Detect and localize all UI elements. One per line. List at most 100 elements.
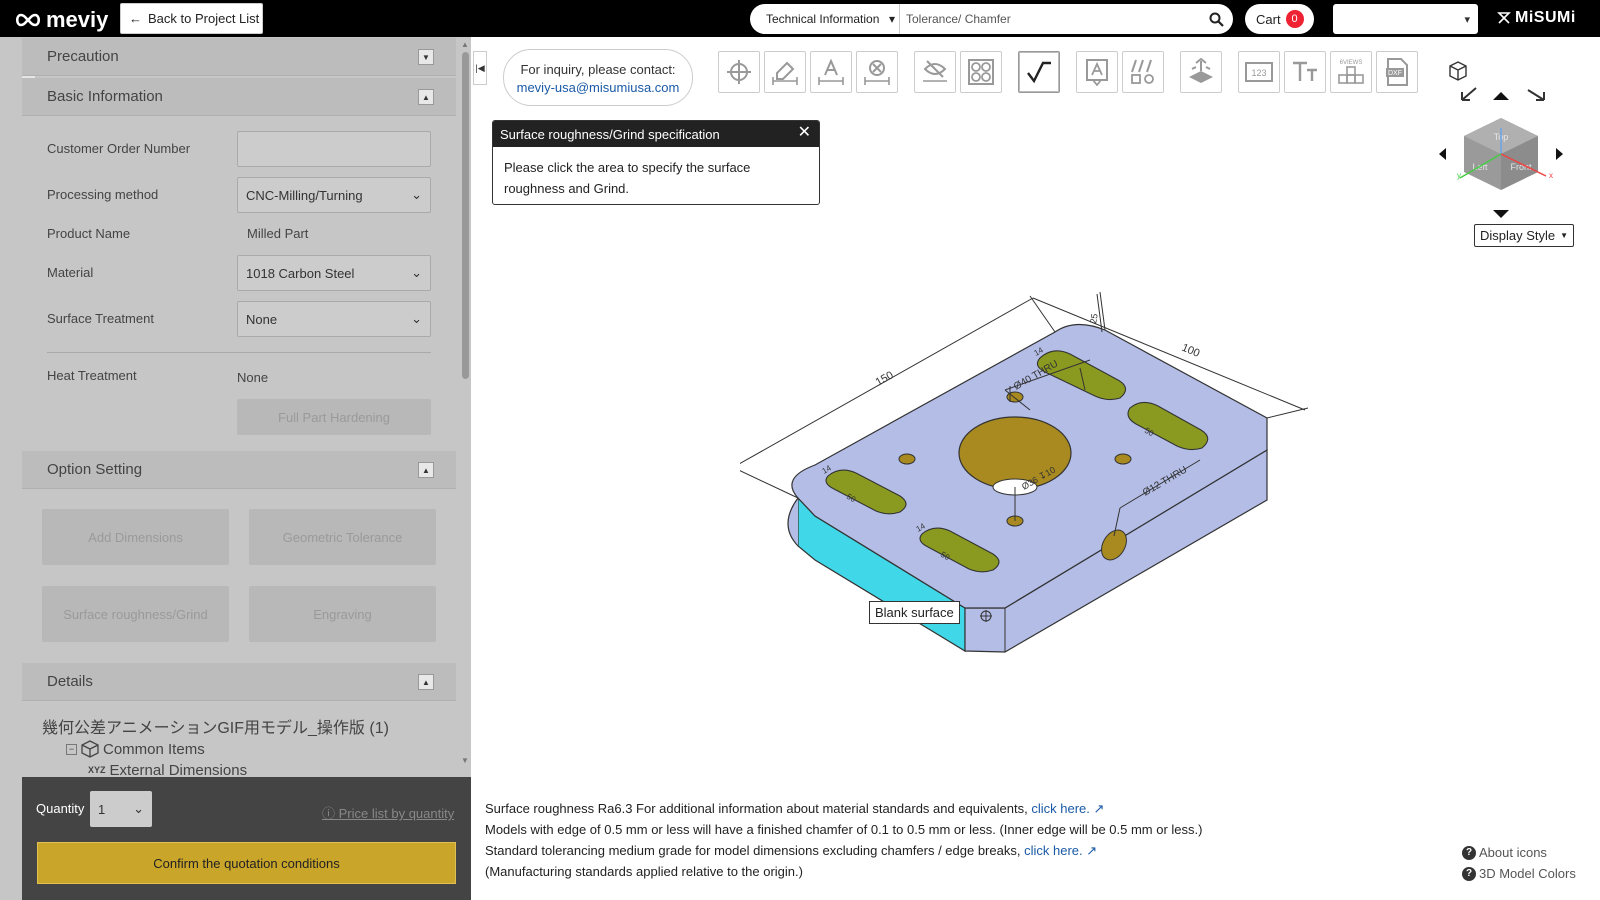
surface-roughness-grind-button[interactable]: Surface roughness/Grind (42, 586, 229, 642)
section-title: Details (47, 673, 93, 690)
text-note-icon (1086, 59, 1108, 86)
collapse-toggle-icon[interactable]: ▲ (418, 462, 434, 478)
tree-collapse-icon[interactable]: − (66, 743, 77, 755)
font-icon (1293, 61, 1317, 81)
search-input[interactable]: Tolerance/ Chamfer (900, 12, 1199, 26)
small-hole[interactable] (898, 453, 916, 465)
material-standards-link[interactable]: click here. ↗ (1031, 801, 1104, 816)
quantity-bar: Quantity 1 ⌄ ⓘ Price list by quantity Con… (22, 777, 471, 900)
rotate-left-arrow-icon[interactable] (1439, 148, 1446, 160)
surface-roughness-tool-button[interactable] (1018, 51, 1060, 93)
geometric-tolerance-button[interactable]: Geometric Tolerance (249, 509, 436, 565)
center-counterbore-hole[interactable] (958, 416, 1072, 490)
chevron-down-icon: ⌄ (411, 265, 422, 280)
add-dimensions-button[interactable]: Add Dimensions (42, 509, 229, 565)
material-value: 1018 Carbon Steel (246, 265, 355, 281)
section-option-setting[interactable]: Option Setting ▲ (22, 451, 456, 489)
scroll-down-icon[interactable]: ▼ (461, 756, 469, 765)
note-chamfer: Models with edge of 0.5 mm or less will … (485, 822, 1203, 837)
section-title: Option Setting (47, 461, 143, 478)
home-view-icon[interactable] (1449, 61, 1467, 81)
processing-method-select[interactable]: CNC-Milling/Turning ⌄ (237, 177, 431, 213)
about-icons-link[interactable]: ? About icons (1462, 845, 1547, 860)
heat-treatment-value: None (237, 370, 269, 385)
text-dimension-button[interactable] (810, 51, 852, 93)
confirm-quotation-button[interactable]: Confirm the quotation conditions (37, 842, 456, 884)
engraving-button[interactable]: Engraving (249, 586, 436, 642)
inquiry-email-link[interactable]: meviy-usa@misumiusa.com (504, 79, 692, 97)
hole-group-button[interactable] (960, 51, 1002, 93)
numbering-button[interactable]: 123 (1238, 51, 1280, 93)
tree-label: Common Items (103, 740, 205, 758)
dim-width: 100 (1180, 342, 1202, 360)
tolerancing-link[interactable]: click here. ↗ (1024, 843, 1097, 858)
section-precaution[interactable]: Precaution ▼ (22, 38, 456, 76)
link-label: click here. (1024, 843, 1083, 858)
surface-treatment-value: None (246, 311, 278, 327)
chevron-down-icon: ▾ (888, 12, 895, 26)
font-button[interactable] (1284, 51, 1326, 93)
view-cube-navigator[interactable]: Top Left Front y x (1420, 54, 1600, 222)
text-note-button[interactable] (1076, 51, 1118, 93)
material-select[interactable]: 1018 Carbon Steel ⌄ (237, 255, 431, 291)
panel-collapse-button[interactable]: |◀ (473, 51, 487, 85)
views-button[interactable]: 6VIEWS (1330, 51, 1372, 93)
full-part-hardening-button[interactable]: Full Part Hardening (237, 399, 431, 435)
cart-button[interactable]: Cart 0 (1245, 4, 1314, 34)
price-list-link[interactable]: ⓘ Price list by quantity (322, 803, 454, 822)
scrollbar-thumb[interactable] (462, 52, 469, 379)
search-icon[interactable] (1199, 12, 1233, 27)
small-hole[interactable] (1114, 453, 1132, 465)
dxf-button[interactable]: DXF (1376, 51, 1418, 93)
search-category-label: Technical Information (766, 12, 880, 26)
rotate-up-icon[interactable] (1493, 92, 1509, 100)
rotate-right-icon[interactable] (1527, 89, 1545, 101)
svg-text:6VIEWS: 6VIEWS (1340, 60, 1363, 66)
hide-dimension-button[interactable] (914, 51, 956, 93)
3d-model-viewport[interactable]: 150 100 25 Ø40 THRU Ø12 THRU Ø36 ↧10 14 … (740, 290, 1340, 680)
surface-treatment-select[interactable]: None ⌄ (237, 301, 431, 337)
note-tolerancing: Standard tolerancing medium grade for mo… (485, 843, 1021, 858)
note-origin: (Manufacturing standards applied relativ… (485, 864, 803, 879)
customer-order-field[interactable] (237, 131, 431, 167)
section-basic-information[interactable]: Basic Information ▲ (22, 78, 456, 116)
section-title: Basic Information (47, 88, 163, 105)
scroll-up-icon[interactable]: ▲ (461, 40, 469, 49)
display-style-select[interactable]: Display Style ▼ (1474, 224, 1574, 247)
product-name-label: Product Name (47, 226, 131, 241)
left-edge-face[interactable] (787, 497, 799, 547)
quantity-select[interactable]: 1 ⌄ (90, 791, 152, 827)
close-icon[interactable]: ✕ (798, 125, 811, 141)
delete-dimension-button[interactable] (856, 51, 898, 93)
search-category-select[interactable]: Technical Information ▾ (750, 4, 900, 34)
tolerance-button[interactable] (1122, 51, 1164, 93)
tree-item-external-dimensions[interactable]: XYZ External Dimensions (88, 762, 247, 778)
svg-text:123: 123 (1251, 68, 1266, 78)
origin-tool-button[interactable] (718, 51, 760, 93)
dxf-icon: DXF (1386, 58, 1408, 86)
expand-toggle-icon[interactable]: ▼ (418, 49, 434, 65)
grind-button[interactable] (1180, 51, 1222, 93)
chevron-down-icon: ▾ (1464, 13, 1470, 26)
sidebar-scrollbar[interactable]: ▲ ▼ (460, 40, 471, 765)
tree-item-common-items[interactable]: − Common Items (66, 739, 205, 759)
model-colors-link[interactable]: ? 3D Model Colors (1462, 866, 1576, 881)
section-details[interactable]: Details ▲ (22, 663, 456, 701)
language-select[interactable]: ▾ (1333, 4, 1478, 34)
collapse-toggle-icon[interactable]: ▲ (418, 674, 434, 690)
chevron-down-icon: ⌄ (411, 187, 422, 202)
misumi-logo-text: MiSUMi (1515, 9, 1576, 26)
collapse-left-icon: |◀ (475, 62, 485, 73)
meviy-logo[interactable]: meviy (14, 7, 108, 33)
misumi-logo[interactable]: MiSUMi (1497, 9, 1576, 27)
rotate-left-icon[interactable] (1461, 87, 1477, 101)
collapse-toggle-icon[interactable]: ▲ (418, 89, 434, 105)
edit-dimension-button[interactable] (764, 51, 806, 93)
back-to-project-list-button[interactable]: ← Back to Project List (120, 3, 263, 34)
surface-roughness-popup: Surface roughness/Grind specification ✕ … (492, 120, 820, 205)
help-icon: ? (1462, 845, 1476, 860)
rotate-down-icon[interactable] (1493, 210, 1509, 218)
model-colors-label: 3D Model Colors (1479, 866, 1576, 881)
rotate-right-arrow-icon[interactable] (1556, 148, 1563, 160)
delete-dimension-icon (864, 60, 890, 85)
